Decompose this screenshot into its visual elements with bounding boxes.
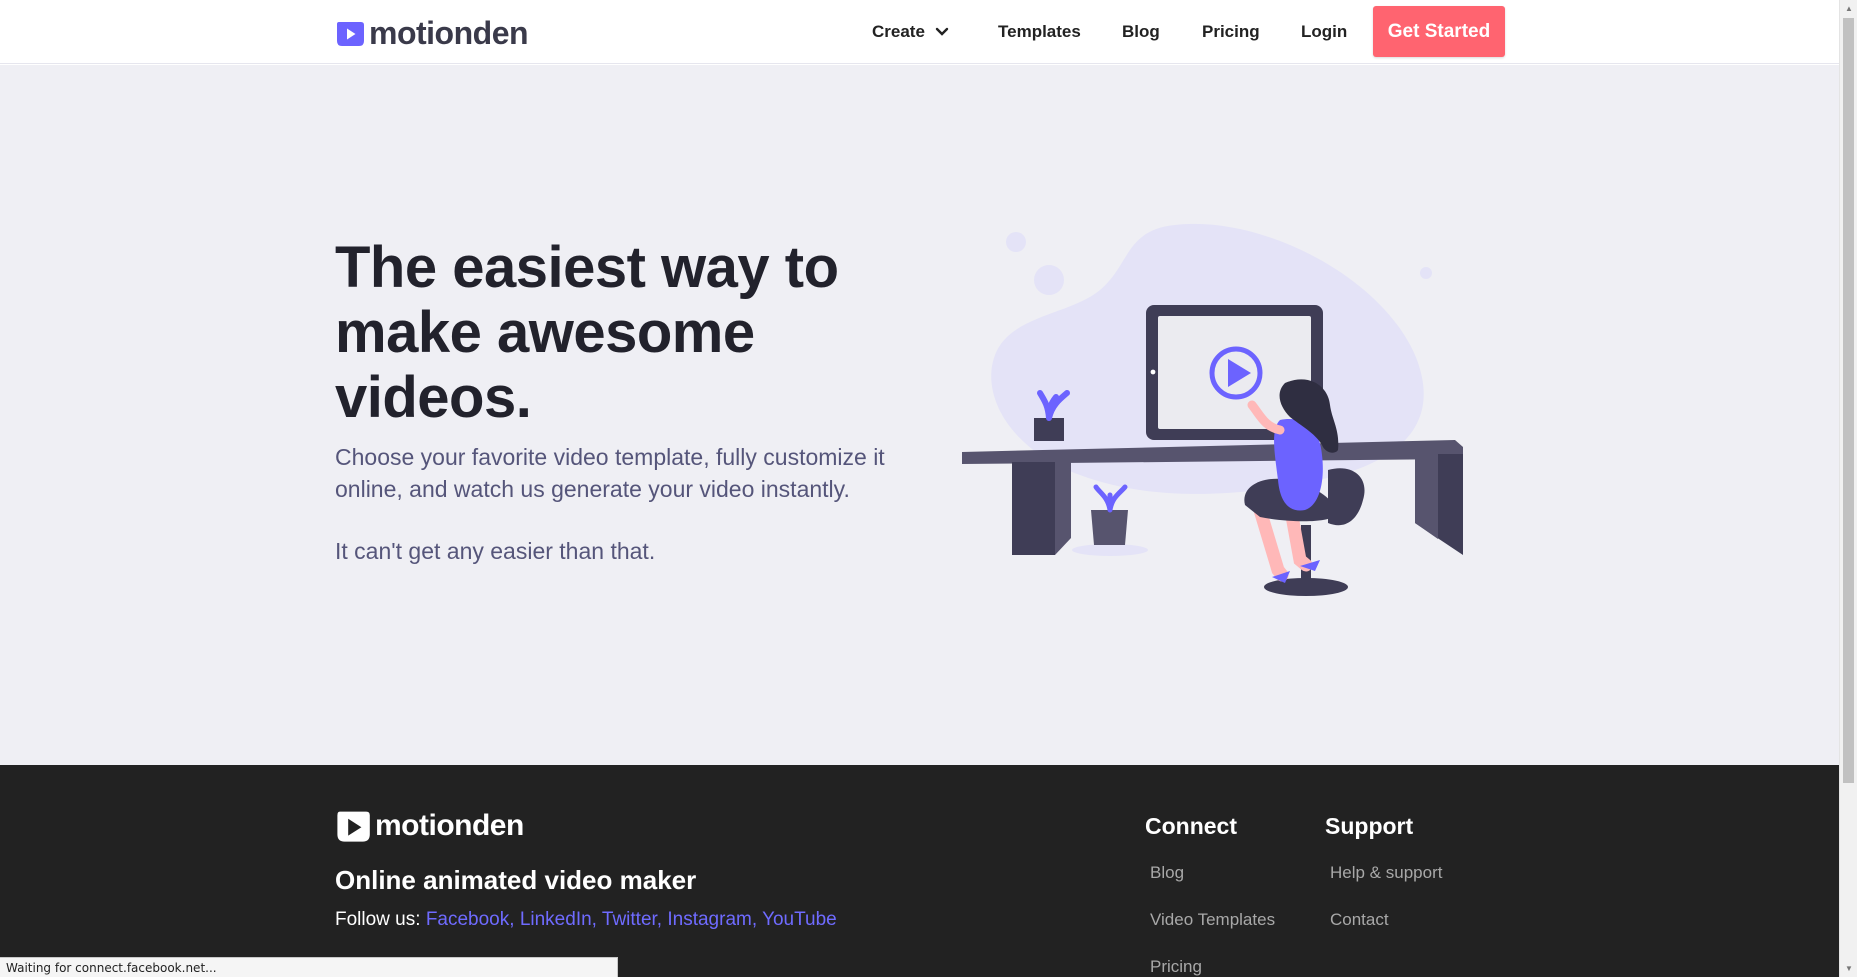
follow-us-row: Follow us: Facebook, LinkedIn, Twitter, … [335,909,837,931]
nav-create-label: Create [872,22,925,41]
desk-left-leg [1012,462,1055,555]
page-scrollbar[interactable]: ▲ ▼ [1839,0,1857,977]
floor-plant-leaves [1093,484,1128,513]
floor-plant-pot [1091,510,1128,545]
footer-pricing-link[interactable]: Pricing [1150,957,1202,977]
footer-blog-link[interactable]: Blog [1150,863,1184,883]
get-started-button[interactable]: Get Started [1373,6,1505,57]
footer-logo-text: motionden [375,809,524,842]
footer-contact-link[interactable]: Contact [1330,910,1389,930]
scroll-down-icon[interactable]: ▼ [1840,960,1857,977]
hero-subtitle: Choose your favorite video template, ful… [335,444,885,502]
browser-status-bar: Waiting for connect.facebook.net... [0,957,618,977]
decor-dot [1006,232,1026,252]
hero-title: The easiest way to make awesome videos. [335,235,839,430]
desk-right-leg-front [1415,454,1438,539]
plant-pot [1034,418,1064,441]
chevron-down-icon [935,27,949,36]
scroll-thumb[interactable] [1843,18,1854,783]
logo-mark-icon [337,811,370,842]
support-heading: Support [1325,813,1414,839]
desk-left-leg-side [1055,460,1071,555]
instagram-link[interactable]: Instagram, [667,909,757,930]
follow-us-label: Follow us: [335,909,421,930]
footer-tagline: Online animated video maker [335,865,697,895]
footer-logo[interactable]: motionden [335,808,524,844]
decor-dot [1420,267,1432,279]
chair-back [1328,468,1365,526]
hero-illustration [962,223,1463,596]
youtube-link[interactable]: YouTube [762,909,837,930]
twitter-link[interactable]: Twitter, [602,909,662,930]
logo-link[interactable]: motionden [335,14,529,51]
floor-shadow [1072,544,1148,556]
decor-dot [1034,265,1064,295]
nav-login-link[interactable]: Login [1301,22,1347,42]
hero-section: The easiest way to make awesome videos. … [0,65,1839,765]
footer-help-link[interactable]: Help & support [1330,863,1442,883]
connect-heading: Connect [1145,813,1237,839]
logo-mark-icon [337,22,364,46]
footer-video-templates-link[interactable]: Video Templates [1150,910,1275,930]
nav-pricing-link[interactable]: Pricing [1202,22,1260,42]
site-footer: motionden Online animated video maker Fo… [0,765,1839,977]
site-header: motionden Create Templates Blog Pricing … [0,0,1839,64]
hero-subtitle-secondary: It can't get any easier than that. [335,538,656,564]
nav-blog-link[interactable]: Blog [1122,22,1160,42]
linkedin-link[interactable]: LinkedIn, [520,909,597,930]
monitor-camera [1150,369,1156,375]
facebook-link[interactable]: Facebook, [426,909,515,930]
logo-text: motionden [369,14,529,51]
nav-create-dropdown[interactable]: Create [872,22,949,42]
nav-templates-link[interactable]: Templates [998,22,1081,42]
scroll-up-icon[interactable]: ▲ [1840,0,1857,17]
